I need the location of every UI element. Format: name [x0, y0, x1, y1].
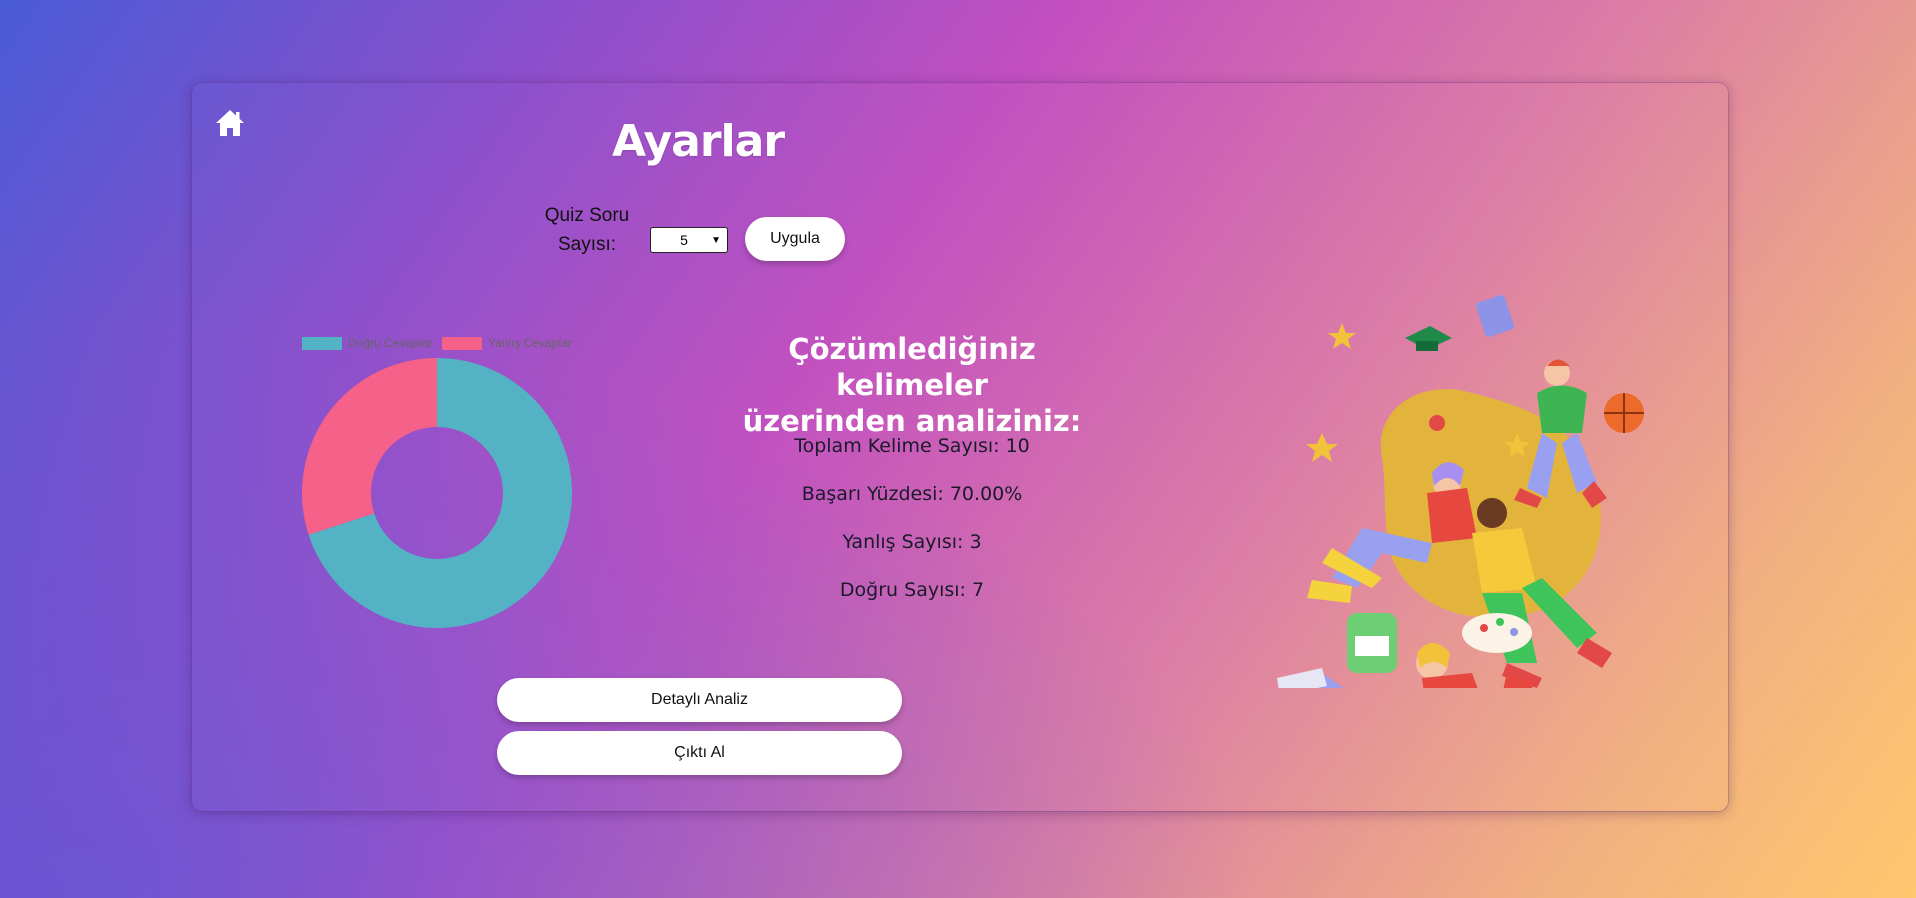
settings-card: Ayarlar Quiz Soru Sayısı: 5 ▼ Uygula Doğ… — [192, 83, 1728, 811]
legend-item-wrong[interactable]: Yanlış Cevaplar — [442, 336, 572, 350]
chevron-down-icon: ▼ — [711, 234, 721, 246]
quiz-count-label: Quiz Soru Sayısı: — [532, 201, 642, 259]
page-title: Ayarlar — [612, 116, 785, 167]
analysis-title-line2: üzerinden analiziniz: — [742, 404, 1082, 438]
export-button[interactable]: Çıktı Al — [497, 731, 902, 775]
apply-button[interactable]: Uygula — [745, 217, 845, 261]
detailed-analysis-button[interactable]: Detaylı Analiz — [497, 678, 902, 722]
home-button[interactable] — [214, 108, 246, 138]
legend-label-correct: Doğru Cevaplar — [348, 336, 433, 350]
students-illustration — [1277, 295, 1644, 688]
donut-slice-wrong[interactable] — [302, 358, 437, 535]
legend-label-wrong: Yanlış Cevaplar — [488, 336, 572, 350]
correct-count-stat: Doğru Sayısı: 7 — [839, 579, 985, 601]
quiz-count-label-line1: Quiz Soru — [544, 205, 630, 226]
legend-item-correct[interactable]: Doğru Cevaplar — [302, 336, 432, 350]
legend-swatch-correct — [302, 336, 342, 350]
quiz-count-value: 5 — [680, 232, 688, 248]
analysis-title-line1: Çözümlediğiniz kelimeler — [788, 332, 1036, 402]
analysis-title: Çözümlediğiniz kelimeler üzerinden anali… — [712, 331, 1112, 439]
success-rate-stat: Başarı Yüzdesi: 70.00% — [801, 483, 1023, 505]
wrong-count-stat: Yanlış Sayısı: 3 — [842, 531, 982, 553]
legend-swatch-wrong — [442, 336, 483, 350]
chart-legend: Doğru Cevaplar Yanlış Cevaplar — [302, 336, 572, 350]
home-icon — [216, 110, 244, 136]
quiz-count-label-line2: Sayısı: — [557, 234, 617, 255]
total-words-stat: Toplam Kelime Sayısı: 10 — [794, 435, 1030, 457]
donut-chart — [302, 358, 572, 628]
quiz-count-select[interactable]: 5 ▼ — [650, 227, 728, 253]
